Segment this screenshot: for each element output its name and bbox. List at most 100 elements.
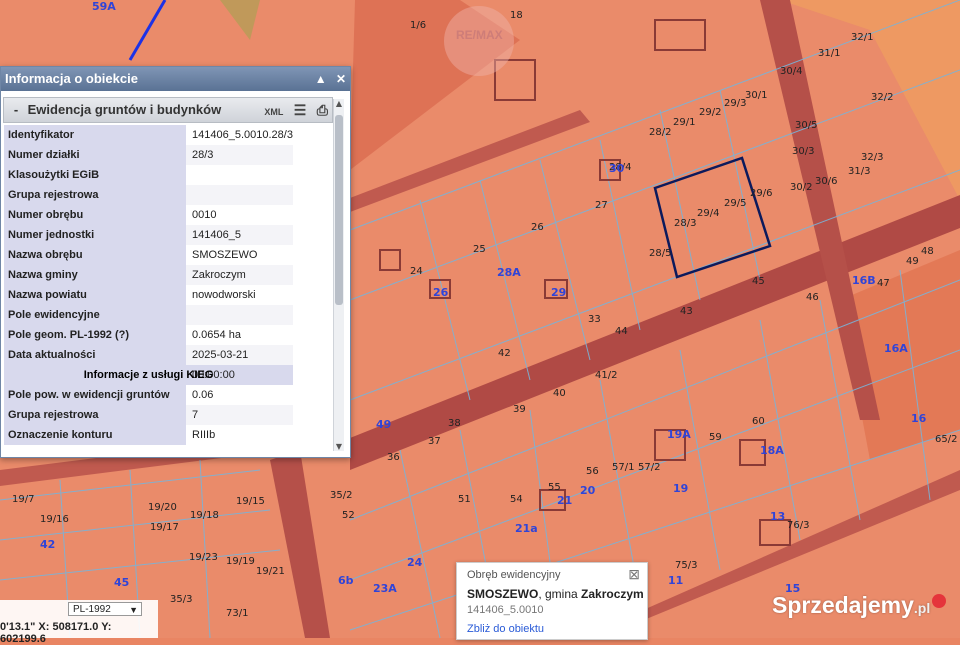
- panel-scrollbar[interactable]: ▲ ▼: [333, 99, 344, 451]
- popup-precinct: SMOSZEWO: [467, 587, 539, 601]
- parcel-label: 56: [586, 466, 599, 477]
- close-icon[interactable]: ✕: [336, 72, 346, 86]
- parcel-label: 24: [410, 266, 423, 277]
- help-link[interactable]: (?): [115, 329, 129, 341]
- scroll-thumb[interactable]: [335, 115, 343, 305]
- parcel-label: 29/4: [697, 208, 720, 219]
- attribute-key: Numer jednostki: [4, 225, 186, 245]
- parcel-label: 19/21: [256, 566, 285, 577]
- attribute-value: Zakroczym: [186, 265, 293, 285]
- crs-select[interactable]: PL-1992 ▼: [68, 602, 142, 616]
- parcel-label: 16B: [852, 274, 876, 287]
- remax-watermark: RE/MAX: [444, 6, 514, 76]
- attribute-value: 7: [186, 405, 293, 425]
- parcel-label: 30/2: [790, 182, 813, 193]
- parcel-label: 29/1: [673, 117, 696, 128]
- brand-watermark: Sprzedajemy.pl: [772, 592, 947, 619]
- xml-button[interactable]: XML: [264, 107, 283, 117]
- parcel-label: 51: [458, 494, 471, 505]
- parcel-label: 19/20: [148, 502, 177, 513]
- parcel-label: 1/6: [410, 20, 427, 31]
- scroll-down-icon[interactable]: ▼: [334, 442, 344, 451]
- popup-sep: , gmina: [538, 587, 582, 601]
- parcel-label: 31/1: [818, 48, 841, 59]
- parcel-label: 23A: [373, 582, 397, 595]
- parcel-label: 16: [911, 412, 927, 425]
- parcel-label: 30: [609, 162, 625, 175]
- parcel-label: 21a: [515, 522, 538, 535]
- attribute-value: 141406_5.0010.28/3: [186, 125, 293, 145]
- attribute-key: Klasoużytki EGiB: [4, 165, 186, 185]
- parcel-label: 19/17: [150, 522, 179, 533]
- attribute-key: Grupa rejestrowa: [4, 405, 186, 425]
- attributes-table: Identyfikator 141406_5.0010.28/3 Numer dzi…: [4, 125, 293, 445]
- parcel-label: 33: [588, 314, 601, 325]
- panel-title: Informacja o obiekcie ▲ ✕: [1, 67, 350, 91]
- parcel-label: 57/2: [638, 462, 661, 473]
- parcel-label: 28/5: [649, 248, 672, 259]
- parcel-label: 45: [114, 576, 130, 589]
- parcel-label: 44: [615, 326, 628, 337]
- attribute-row: Pole geom. PL-1992 (?) 0.0654 ha: [4, 325, 293, 345]
- print-icon[interactable]: ⎙: [317, 102, 328, 118]
- attribute-key: Oznaczenie konturu: [4, 425, 186, 445]
- parcel-label: 45: [752, 276, 765, 287]
- parcel-label: 30/6: [815, 176, 838, 187]
- attribute-row: Pole ewidencyjne: [4, 305, 293, 325]
- attribute-value: [186, 305, 293, 325]
- minus-icon[interactable]: -: [8, 98, 24, 122]
- attribute-row: Numer jednostki 141406_5: [4, 225, 293, 245]
- parcel-label: 19/16: [40, 514, 69, 525]
- popup-code: 141406_5.0010: [467, 604, 544, 616]
- section-header[interactable]: - Ewidencja gruntów i budynków XML ☰ ⎙: [3, 97, 333, 123]
- attribute-row: Klasoużytki EGiB: [4, 165, 293, 185]
- popup-caption: Obręb ewidencyjny: [467, 569, 561, 581]
- parcel-label: 29/2: [699, 107, 722, 118]
- parcel-label: 39: [513, 404, 526, 415]
- parcel-label: 32/1: [851, 32, 874, 43]
- parcel-label: 20: [580, 484, 596, 497]
- parcel-label: 43: [680, 306, 693, 317]
- parcel-label: 19/18: [190, 510, 219, 521]
- attribute-row: Nazwa obrębu SMOSZEWO: [4, 245, 293, 265]
- parcel-label: 19/15: [236, 496, 265, 507]
- parcel-label: 35/3: [170, 594, 193, 605]
- scroll-up-icon[interactable]: ▲: [334, 99, 344, 108]
- parcel-label: 32/3: [861, 152, 884, 163]
- attribute-row: Grupa rejestrowa 7: [4, 405, 293, 425]
- parcel-label: 59: [709, 432, 722, 443]
- attribute-key: Numer obrębu: [4, 205, 186, 225]
- parcel-label: 37: [428, 436, 441, 447]
- popup-close-icon[interactable]: ⊠: [628, 566, 640, 583]
- zoom-to-object-link[interactable]: Zbliż do obiektu: [467, 623, 544, 635]
- parcel-label: 21: [557, 494, 573, 507]
- parcel-label: 27: [595, 200, 608, 211]
- attribute-row: Grupa rejestrowa: [4, 185, 293, 205]
- attribute-value: 28/3: [186, 145, 293, 165]
- attribute-value: 0.0654 ha: [186, 325, 293, 345]
- crs-value: PL-1992: [73, 604, 111, 615]
- kieg-header: Informacje z usługi KIEG: [4, 365, 293, 385]
- attribute-value: 0.06: [186, 385, 293, 405]
- parcel-label: 18: [510, 10, 523, 21]
- chevron-down-icon: ▼: [129, 605, 138, 615]
- parcel-label: 25: [473, 244, 486, 255]
- popup-location: SMOSZEWO, gmina Zakroczym: [467, 587, 644, 601]
- attribute-row: Nazwa gminy Zakroczym: [4, 265, 293, 285]
- parcel-label: 59A: [92, 0, 116, 13]
- attribute-key-text: Pole geom. PL-1992: [8, 329, 112, 341]
- remax-text: RE/MAX: [456, 28, 503, 42]
- attribute-row: Oznaczenie konturu RIIIb: [4, 425, 293, 445]
- section-title: Ewidencja gruntów i budynków: [27, 102, 222, 117]
- attribute-row: Identyfikator 141406_5.0010.28/3: [4, 125, 293, 145]
- parcel-label: 29/6: [750, 188, 773, 199]
- parcel-label: 11: [668, 574, 684, 587]
- parcel-label: 46: [806, 292, 819, 303]
- parcel-label: 13: [770, 510, 786, 523]
- parcel-label: 55: [548, 482, 561, 493]
- collapse-icon[interactable]: ▲: [315, 72, 327, 86]
- parcel-label: 52: [342, 510, 355, 521]
- list-icon[interactable]: ☰: [294, 102, 307, 118]
- coordinate-readout: 0'13.1" X: 508171.0 Y: 602199.6: [0, 621, 112, 645]
- parcel-label: 57/1: [612, 462, 635, 473]
